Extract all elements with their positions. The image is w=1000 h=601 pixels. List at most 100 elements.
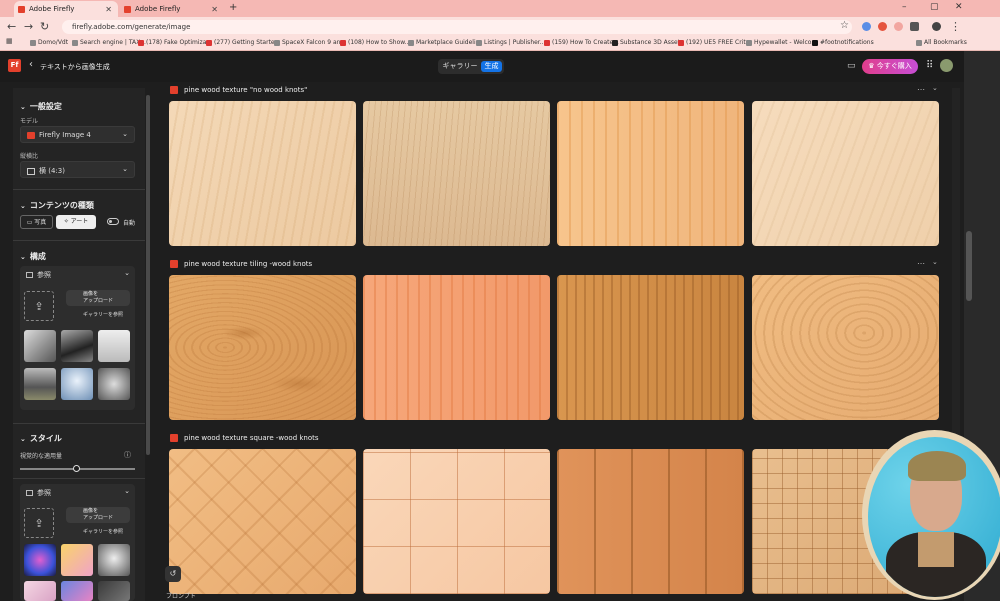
browser-tab[interactable]: Adobe Firefly ✕ — [14, 1, 118, 17]
tab-generate[interactable]: 生成 — [481, 61, 502, 72]
browse-gallery-button[interactable]: ギャラリーを参照 — [66, 310, 130, 320]
aspect-ratio-select[interactable]: 横 (4:3) ⌄ — [20, 161, 135, 178]
bookmark[interactable]: Listings | Publisher... — [476, 39, 545, 46]
generated-image[interactable] — [557, 101, 744, 246]
bookmark[interactable]: Domo/Vdt — [30, 39, 68, 46]
chevron-down-icon: ⌄ — [20, 103, 26, 111]
back-chevron-icon[interactable]: ‹ — [29, 59, 33, 70]
extension-icon[interactable] — [894, 22, 903, 31]
content-type-art[interactable]: ✧ アート — [56, 215, 96, 229]
bookmark[interactable]: (192) UE5 FREE Crit... — [678, 39, 751, 46]
bookmark-star-icon[interactable]: ☆ — [840, 20, 849, 31]
collapse-chevron-icon[interactable]: ⌄ — [932, 258, 938, 266]
model-select[interactable]: Firefly Image 4 ⌄ — [20, 126, 135, 143]
upload-dropzone[interactable]: ⇪ — [24, 508, 54, 538]
reference-thumbnail[interactable] — [61, 330, 93, 362]
bookmark[interactable]: (277) Getting Starte... — [206, 39, 280, 46]
chevron-down-icon[interactable]: ⌄ — [124, 487, 130, 495]
style-header[interactable]: ⌄ スタイル — [20, 433, 62, 444]
youtube-icon — [138, 39, 144, 46]
bookmark[interactable]: (108) How to Show... — [340, 39, 410, 46]
generated-image[interactable] — [169, 101, 356, 246]
bookmark[interactable]: Substance 3D Assets — [612, 39, 683, 46]
generated-image[interactable] — [363, 449, 550, 594]
extension-icon[interactable] — [878, 22, 887, 31]
folder-icon — [30, 39, 36, 46]
generated-image[interactable] — [557, 275, 744, 420]
bookmark[interactable]: SpaceX Falcon 9 an... — [274, 39, 346, 46]
generated-image[interactable] — [752, 101, 939, 246]
history-button[interactable]: ↺ — [165, 566, 181, 582]
reload-icon[interactable]: ↻ — [40, 20, 49, 33]
style-thumbnail[interactable] — [24, 544, 56, 576]
close-tab-icon[interactable]: ✕ — [105, 5, 112, 14]
page-title: テキストから画像生成 — [40, 63, 110, 71]
firefly-logo[interactable]: Ff — [8, 59, 21, 72]
back-icon[interactable]: ← — [7, 20, 16, 33]
browser-tab[interactable]: Adobe Firefly ✕ — [120, 1, 224, 17]
style-thumbnail[interactable] — [61, 581, 93, 601]
generated-image[interactable] — [363, 275, 550, 420]
buy-now-button[interactable]: ♛ 今すぐ購入 — [862, 59, 918, 74]
bookmark[interactable]: #footnotifications — [812, 39, 874, 46]
general-settings-header[interactable]: ⌄ 一般設定 — [20, 101, 62, 112]
maximize-button[interactable]: ▢ — [930, 2, 939, 12]
profile-avatar[interactable] — [932, 22, 941, 31]
slider-handle[interactable] — [73, 465, 80, 472]
url-text: firefly.adobe.com/generate/image — [72, 23, 191, 31]
forward-icon[interactable]: → — [24, 20, 33, 33]
generated-image[interactable] — [169, 275, 356, 420]
browser-menu-icon[interactable]: ⋮ — [950, 20, 961, 33]
apps-grid-icon[interactable]: ⠿ — [926, 60, 933, 71]
upload-image-button[interactable]: 画像を アップロード — [66, 290, 130, 306]
reference-thumbnail[interactable] — [61, 368, 93, 400]
more-options-icon[interactable]: ⋯ — [917, 85, 925, 94]
content-type-photo[interactable]: ▭ 写真 — [20, 215, 53, 229]
extension-icon[interactable] — [862, 22, 871, 31]
generated-image[interactable] — [752, 275, 939, 420]
reference-header[interactable]: 参照 — [26, 270, 51, 280]
content-type-header[interactable]: ⌄ コンテンツの種類 — [20, 200, 94, 211]
generated-image[interactable] — [557, 449, 744, 594]
reference-thumbnail[interactable] — [98, 330, 130, 362]
info-icon[interactable]: ⓘ — [124, 450, 131, 460]
reference-thumbnail[interactable] — [24, 368, 56, 400]
style-thumbnail[interactable] — [24, 581, 56, 601]
apps-grid-icon[interactable]: ▦ — [6, 37, 13, 45]
upload-dropzone[interactable]: ⇪ — [24, 291, 54, 321]
collapse-chevron-icon[interactable]: ⌄ — [932, 84, 938, 92]
style-thumbnail[interactable] — [98, 544, 130, 576]
scrollbar[interactable] — [966, 231, 972, 301]
minimize-button[interactable]: – — [902, 2, 907, 12]
tab-gallery[interactable]: ギャラリー — [440, 61, 480, 72]
more-options-icon[interactable]: ⋯ — [917, 259, 925, 268]
avatar[interactable] — [940, 59, 953, 72]
substance-icon — [612, 39, 618, 46]
style-thumbnail[interactable] — [98, 581, 130, 601]
reference-thumbnail[interactable] — [24, 330, 56, 362]
composition-header[interactable]: ⌄ 構成 — [20, 251, 46, 262]
upload-image-button[interactable]: 画像を アップロード — [66, 507, 130, 523]
reference-header[interactable]: 参照 — [26, 488, 51, 498]
browse-gallery-button[interactable]: ギャラリーを参照 — [66, 527, 130, 537]
new-tab-button[interactable]: + — [229, 2, 237, 13]
bookmark[interactable]: (159) How To Create... — [544, 39, 619, 46]
bookmark[interactable]: Search engine | TAX... — [72, 39, 146, 46]
generated-image[interactable] — [363, 101, 550, 246]
feedback-icon[interactable]: ▭ — [847, 61, 856, 71]
generated-image[interactable] — [169, 449, 356, 594]
extensions-puzzle-icon[interactable] — [910, 22, 919, 31]
style-thumbnail[interactable] — [61, 544, 93, 576]
bookmark[interactable]: Hypewallet - Welco... — [746, 39, 817, 46]
chevron-down-icon[interactable]: ⌄ — [124, 269, 130, 277]
close-tab-icon[interactable]: ✕ — [211, 5, 218, 14]
auto-toggle[interactable] — [107, 218, 119, 225]
bookmark[interactable]: (178) Fake Optimiza... — [138, 39, 212, 46]
bookmark[interactable]: Marketplace Guideli... — [408, 39, 481, 46]
close-window-button[interactable]: ✕ — [955, 2, 963, 12]
all-bookmarks[interactable]: All Bookmarks — [916, 39, 967, 46]
reference-thumbnail[interactable] — [98, 368, 130, 400]
sidebar-scrollbar[interactable] — [146, 95, 150, 455]
address-bar[interactable]: firefly.adobe.com/generate/image — [62, 20, 852, 34]
visual-intensity-slider[interactable] — [20, 465, 135, 472]
